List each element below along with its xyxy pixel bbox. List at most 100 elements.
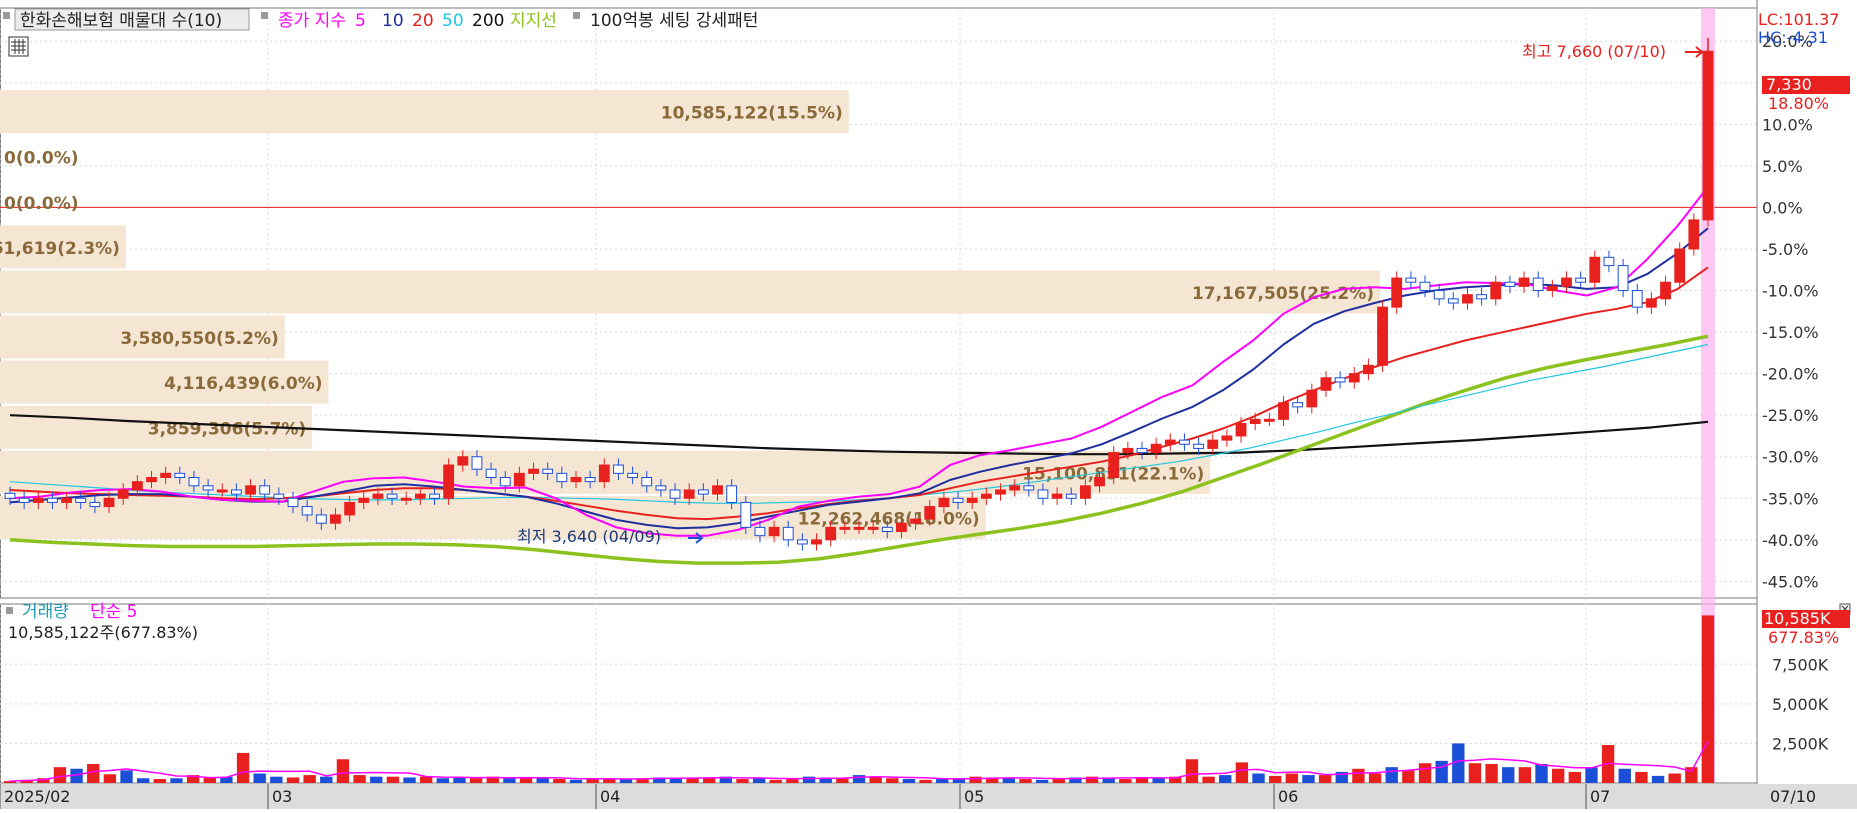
menu-square-icon[interactable] (3, 12, 10, 19)
candle-body (1263, 418, 1275, 422)
candle-body (1136, 447, 1148, 454)
volume-bar (1102, 778, 1115, 783)
volume-bar (1635, 771, 1648, 783)
candle-body (896, 522, 907, 533)
candle-body (683, 489, 695, 499)
volume-bar (852, 775, 866, 783)
candle-body (1306, 389, 1318, 408)
candle-body (75, 497, 87, 503)
volume-bar (1402, 770, 1415, 783)
volume-bar (936, 779, 949, 783)
candle-body (485, 468, 497, 479)
candle-body (1674, 248, 1686, 283)
candle-body (542, 468, 554, 474)
volume-bar (1002, 778, 1016, 783)
menu-square-icon[interactable] (6, 607, 13, 614)
volume-profile-label: 17,167,505(25.2%) (1192, 284, 1374, 304)
candle-body (1108, 452, 1120, 479)
volume-bar (120, 770, 133, 783)
y-tick-label: 10.0% (1762, 115, 1813, 134)
volume-bar (1035, 779, 1049, 783)
volume-bar (536, 778, 549, 783)
volume-bar (136, 778, 150, 783)
stock-label[interactable]: 한화손해보험 매물대 수(10) (20, 11, 222, 31)
volume-bar (103, 774, 117, 783)
candle-body (980, 493, 992, 499)
y-tick-label: -10.0% (1762, 282, 1819, 301)
menu-square-icon[interactable] (573, 12, 580, 19)
candle-body (1702, 50, 1714, 221)
ma-label: 종가 지수 (278, 11, 346, 31)
candle-body (1561, 277, 1572, 287)
candle-body (1150, 443, 1162, 454)
low-label: 최저 3,640 (04/09) (517, 527, 661, 546)
candle-body (1532, 277, 1544, 292)
ma-period-50: 50 (442, 11, 464, 31)
volume-bar (1318, 775, 1332, 783)
candle-body (697, 489, 709, 495)
volume-bar (403, 777, 416, 783)
volume-bar (1385, 767, 1398, 783)
ma-period-10: 10 (382, 11, 404, 31)
volume-info: 10,585,122주(677.83%) (8, 623, 198, 642)
candle-body (429, 493, 440, 499)
volume-current-pct: 677.83% (1768, 628, 1839, 647)
candle-body (570, 477, 582, 483)
candle-body (867, 526, 879, 530)
volume-bar (503, 778, 516, 783)
y-tick-label: -25.0% (1762, 406, 1819, 425)
x-tick-label: 07/10 (1770, 787, 1816, 806)
candle-body (726, 485, 738, 503)
candle-body (782, 526, 794, 541)
candle-body (768, 526, 780, 537)
y-tick-label: -20.0% (1762, 365, 1819, 384)
volume-bar (1219, 775, 1232, 783)
volume-bar (1585, 767, 1598, 783)
candle-body (1348, 373, 1360, 383)
volume-bar (236, 752, 250, 783)
candle-body (61, 497, 73, 503)
candle-body (1009, 485, 1021, 491)
y-tick-label: -5.0% (1762, 240, 1808, 259)
volume-bar (752, 778, 766, 783)
pattern-label: 100억봉 세팅 강세패턴 (590, 11, 758, 31)
y-tick-label: -15.0% (1762, 323, 1819, 342)
volume-bar (1152, 778, 1165, 783)
x-tick-label: 2025/02 (4, 787, 70, 806)
volume-bar (969, 776, 982, 783)
volume-bar (386, 776, 400, 783)
candle-body (655, 485, 667, 491)
candle-body (146, 477, 157, 483)
candle-body (1292, 402, 1304, 408)
volume-profile-label: 3,580,550(5.2%) (120, 329, 278, 349)
volume-bar (453, 777, 466, 783)
x-tick-label: 06 (1278, 787, 1298, 806)
candle-body (230, 489, 242, 495)
candle-body (372, 493, 384, 499)
candle-body (1645, 298, 1657, 308)
candle-body (966, 497, 978, 503)
volume-bar (1535, 764, 1548, 783)
candle-body (117, 489, 129, 499)
volume-bar (1651, 775, 1665, 783)
y-tick-label: -35.0% (1762, 489, 1819, 508)
candle-body (499, 477, 511, 487)
volume-bar (1268, 775, 1282, 783)
candle-body (315, 514, 327, 524)
candle-body (1278, 402, 1289, 420)
menu-square-icon[interactable] (261, 12, 268, 19)
volume-bar (736, 779, 749, 783)
ma-period-200: 200 (472, 11, 504, 31)
candle-body (995, 489, 1006, 495)
candle-body (1462, 294, 1473, 304)
volume-bar (1368, 773, 1382, 783)
volume-ma-label: 단순 5 (90, 602, 138, 622)
volume-bar (802, 776, 816, 783)
volume-bar (336, 759, 350, 783)
candle-body (414, 493, 426, 499)
volume-profile-label: 0(0.0%) (4, 194, 79, 214)
candle-body (1405, 277, 1417, 283)
ma-period-20: 20 (412, 11, 434, 31)
volume-bar (53, 767, 67, 783)
ma-period-5: 5 (355, 11, 366, 31)
